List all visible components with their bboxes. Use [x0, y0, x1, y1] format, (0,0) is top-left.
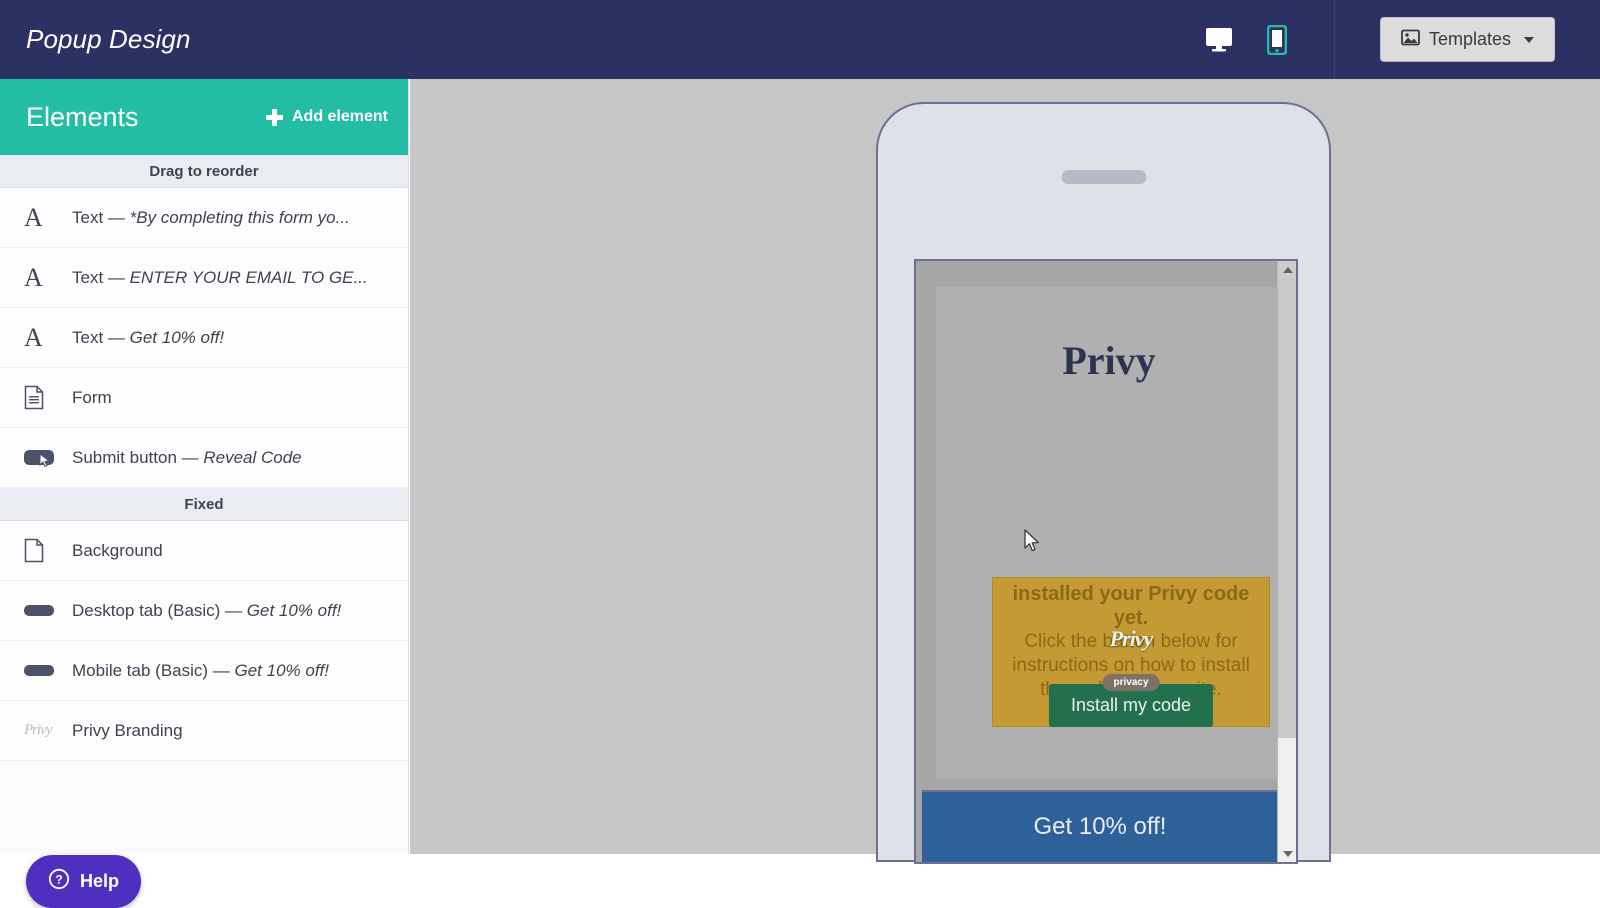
device-toggle-group: [1204, 24, 1292, 55]
help-button-label: Help: [80, 871, 120, 891]
mobile-preview-frame: Privy installed your Privy code yet. Cli…: [876, 102, 1331, 864]
sidebar-header: Elements Add element: [0, 79, 408, 155]
page-background-icon: [24, 538, 72, 563]
phone-screen: Privy installed your Privy code yet. Cli…: [914, 259, 1298, 864]
list-item[interactable]: A Text — *By completing this form yo...: [0, 188, 408, 248]
list-item-label: Text — Get 10% off!: [72, 327, 225, 347]
list-item-label: Form: [72, 387, 112, 407]
list-item-label: Privy Branding: [72, 720, 183, 740]
chevron-down-icon: [1524, 36, 1535, 43]
section-header-drag-to-reorder: Drag to reorder: [0, 155, 408, 188]
list-item-label: Desktop tab (Basic) — Get 10% off!: [72, 600, 342, 620]
tab-bar-icon: [24, 605, 72, 616]
privy-logo-icon: Privy: [24, 722, 53, 738]
tab-bar-icon: [24, 665, 72, 676]
text-glyph-icon: A: [24, 262, 43, 292]
mobile-phone-icon[interactable]: [1262, 24, 1292, 55]
install-notice-line-1: installed your Privy code yet.: [1012, 583, 1250, 629]
background-page-heading: Privy: [1062, 338, 1156, 383]
help-button[interactable]: ? Help: [26, 855, 142, 908]
form-document-icon: [24, 385, 72, 410]
sidebar-title: Elements: [26, 102, 139, 133]
templates-button[interactable]: Templates: [1379, 17, 1556, 62]
list-item[interactable]: Desktop tab (Basic) — Get 10% off!: [0, 581, 408, 641]
triangle-up-icon[interactable]: [1278, 261, 1296, 278]
templates-button-container: Templates: [1335, 0, 1600, 79]
add-element-label: Add element: [291, 108, 388, 125]
list-item[interactable]: Mobile tab (Basic) — Get 10% off!: [0, 641, 408, 701]
list-item-label: Submit button — Reveal Code: [72, 447, 302, 467]
svg-text:?: ?: [55, 873, 62, 887]
list-item[interactable]: Background: [0, 521, 408, 581]
question-circle-icon: ?: [48, 868, 70, 895]
templates-button-label: Templates: [1428, 29, 1512, 49]
install-code-notice-panel: installed your Privy code yet. Click the…: [992, 577, 1270, 727]
list-item-label: Text — ENTER YOUR EMAIL TO GE...: [72, 267, 368, 287]
preview-scrollbar[interactable]: [1277, 261, 1296, 862]
privy-watermark-icon: Privy: [1109, 626, 1154, 651]
add-element-button[interactable]: Add element: [265, 108, 388, 126]
page-title: Popup Design: [26, 24, 191, 54]
list-item[interactable]: A Text — Get 10% off!: [0, 308, 408, 368]
plus-icon: [265, 108, 283, 126]
image-icon: [1401, 29, 1420, 51]
text-glyph-icon: A: [24, 322, 43, 352]
text-glyph-icon: A: [24, 202, 43, 232]
scrollbar-thumb[interactable]: [1278, 278, 1296, 738]
list-item[interactable]: Submit button — Reveal Code: [0, 428, 408, 488]
list-item-label: Background: [72, 540, 163, 560]
background-page-card: Privy installed your Privy code yet. Cli…: [936, 287, 1282, 779]
submit-button-icon: [24, 448, 72, 468]
list-item-label: Mobile tab (Basic) — Get 10% off!: [72, 660, 329, 680]
sidebar-title-text: Elements: [26, 101, 139, 132]
privacy-badge: privacy: [1102, 674, 1160, 691]
mobile-tab-bar[interactable]: Get 10% off!: [922, 790, 1278, 862]
list-item[interactable]: Privy Privy Branding: [0, 701, 408, 761]
elements-sidebar: Elements Add element Drag to reorder A T…: [0, 79, 409, 908]
list-item[interactable]: Form: [0, 368, 408, 428]
phone-speaker: [1061, 170, 1146, 184]
list-item-label: Text — *By completing this form yo...: [72, 207, 350, 227]
top-bar: Popup Design Templates: [0, 0, 1600, 79]
mouse-cursor: [1024, 529, 1042, 560]
desktop-monitor-icon[interactable]: [1204, 25, 1234, 55]
section-header-fixed: Fixed: [0, 488, 408, 521]
list-item[interactable]: A Text — ENTER YOUR EMAIL TO GE...: [0, 248, 408, 308]
design-canvas: Privy installed your Privy code yet. Cli…: [410, 79, 1600, 864]
